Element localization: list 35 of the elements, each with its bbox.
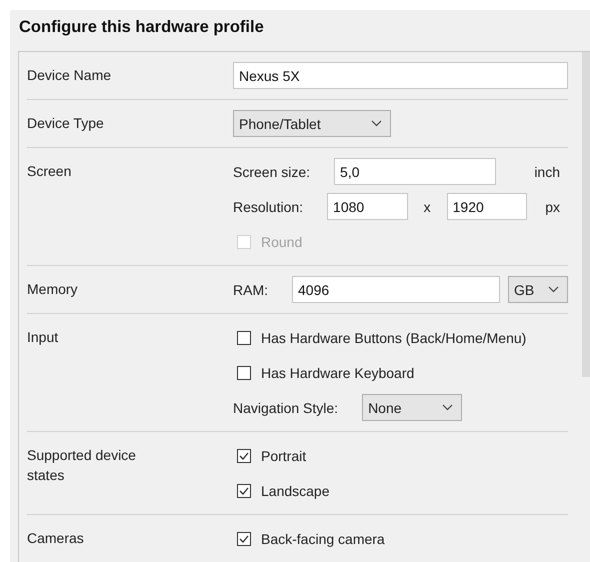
check-icon [239,452,249,460]
field-label: Screen size: [233,164,310,180]
unit-label: inch [534,164,560,180]
field-label: Input [27,328,60,347]
input-field[interactable]: 5,0 [334,158,496,185]
field-label: RAM: [233,282,268,298]
check-icon [239,486,249,494]
field-label: Device Type [27,114,105,133]
field-label: Resolution: [233,198,304,214]
checkbox[interactable]: Has Hardware Buttons (Back/Home/Menu) [233,330,526,346]
input-field[interactable]: 4096 [292,276,500,303]
unit-label: px [545,198,560,214]
input-field[interactable]: Nexus 5X [233,62,568,89]
field-label: Cameras [27,529,85,548]
section-title: Configure this hardware profile [18,17,265,38]
dropdown[interactable]: Phone/Tablet [233,110,391,137]
input-field[interactable]: 1920 [446,193,528,220]
check-icon [239,534,249,542]
separator-label: x [424,198,431,214]
field-label: Screen [27,162,72,181]
checkbox[interactable]: Landscape [233,482,330,498]
field-label: Supported device states [27,446,137,485]
field-label: Device Name [27,66,112,85]
field-label: Navigation Style: [233,400,338,416]
chevron-down-icon [371,120,382,127]
checkbox[interactable]: Has Hardware Keyboard [233,364,414,380]
chevron-down-icon [442,404,454,411]
field-label: Memory [27,280,79,299]
input-field[interactable]: 1080 [327,193,408,220]
scrollbar-thumb[interactable] [582,52,590,377]
checkbox[interactable]: Back-facing camera [233,530,385,546]
checkbox[interactable]: Portrait [233,448,306,464]
dropdown[interactable]: GB [508,276,568,303]
dropdown[interactable]: None [362,394,462,421]
chevron-down-icon [548,286,559,293]
